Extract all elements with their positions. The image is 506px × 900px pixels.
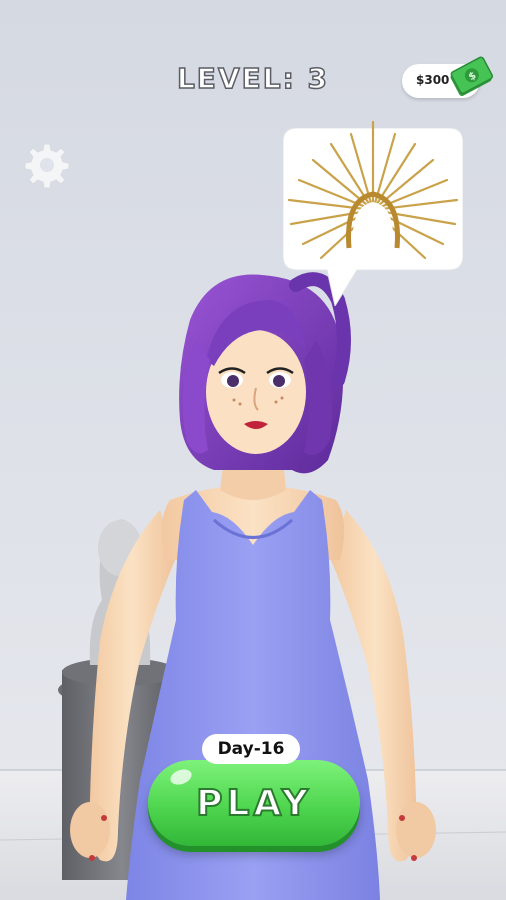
sunburst-headband-icon [287, 120, 459, 260]
cash-stack-icon: $ [450, 56, 494, 96]
play-button-label: PLAY [195, 782, 312, 825]
day-counter: Day-16 [202, 734, 300, 764]
play-button[interactable]: PLAY [148, 760, 360, 846]
money-amount: $300 [416, 73, 450, 87]
gear-icon[interactable] [24, 142, 70, 188]
